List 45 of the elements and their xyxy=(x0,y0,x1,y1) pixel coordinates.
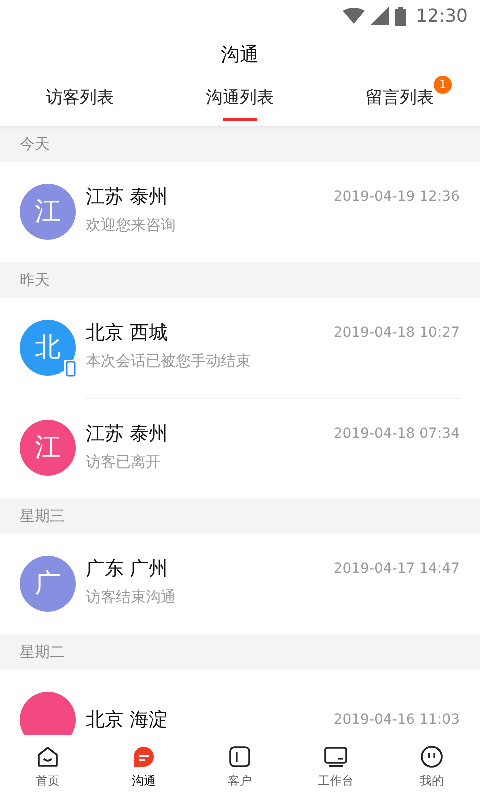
section-header: 昨天 xyxy=(0,262,480,298)
contact-name: 江苏 泰州 xyxy=(86,424,168,445)
monitor-icon xyxy=(324,745,348,769)
nav-tab[interactable]: 沟通 xyxy=(96,735,192,800)
message-preview: 本次会话已被您手动结束 xyxy=(86,351,252,372)
timestamp: 2019-04-19 12:36 xyxy=(334,188,460,208)
nav-tab[interactable]: 我的 xyxy=(384,735,480,800)
tab-underline xyxy=(223,118,257,122)
conversation-item[interactable]: 广 广东 广州 2019-04-17 14:47 访客结束沟通 xyxy=(0,534,480,634)
section-header: 今天 xyxy=(0,126,480,162)
chat-bubble-icon xyxy=(132,745,156,769)
message-preview: 欢迎您来咨询 xyxy=(86,215,177,236)
nav-tab[interactable]: 工作台 xyxy=(288,735,384,800)
home-icon xyxy=(36,745,60,769)
page-title: 沟通 xyxy=(221,42,259,68)
contact-name: 江苏 泰州 xyxy=(86,187,168,208)
timestamp: 2019-04-18 10:27 xyxy=(334,324,460,344)
unread-badge: 1 xyxy=(434,76,452,94)
contact-name: 北京 西城 xyxy=(86,323,168,344)
timestamp: 2019-04-17 14:47 xyxy=(334,560,460,580)
battery-icon xyxy=(395,6,406,26)
wifi-icon xyxy=(343,8,366,24)
contact-name: 北京 海淀 xyxy=(86,710,168,730)
conversation-item[interactable]: 江 江苏 泰州 2019-04-19 12:36 欢迎您来咨询 xyxy=(0,162,480,262)
nav-tab[interactable]: 首页 xyxy=(0,735,96,800)
nav-tab[interactable]: 客户 xyxy=(192,735,288,800)
tab[interactable]: 访客列表 xyxy=(0,78,160,126)
contact-name: 广东 广州 xyxy=(86,559,168,580)
status-time: 12:30 xyxy=(416,4,468,28)
timestamp: 2019-04-18 07:34 xyxy=(334,424,460,444)
timestamp: 2019-04-16 11:03 xyxy=(334,710,460,730)
avatar: 江 xyxy=(20,420,76,476)
signal-icon xyxy=(371,7,390,25)
face-icon xyxy=(420,745,444,769)
avatar: 北 xyxy=(20,320,76,376)
avatar: 江 xyxy=(20,184,76,240)
tab[interactable]: 沟通列表 xyxy=(160,78,320,126)
section-header: 星期三 xyxy=(0,498,480,534)
card-icon xyxy=(228,745,252,769)
conversation-item[interactable]: 北 北京 西城 2019-04-18 10:27 本次会话已被您手动结束 xyxy=(0,298,480,398)
message-preview: 访客结束沟通 xyxy=(86,587,177,608)
message-preview: 访客已离开 xyxy=(86,452,162,473)
tab[interactable]: 留言列表 1 xyxy=(320,78,480,126)
section-header: 星期二 xyxy=(0,634,480,670)
avatar: 广 xyxy=(20,556,76,612)
